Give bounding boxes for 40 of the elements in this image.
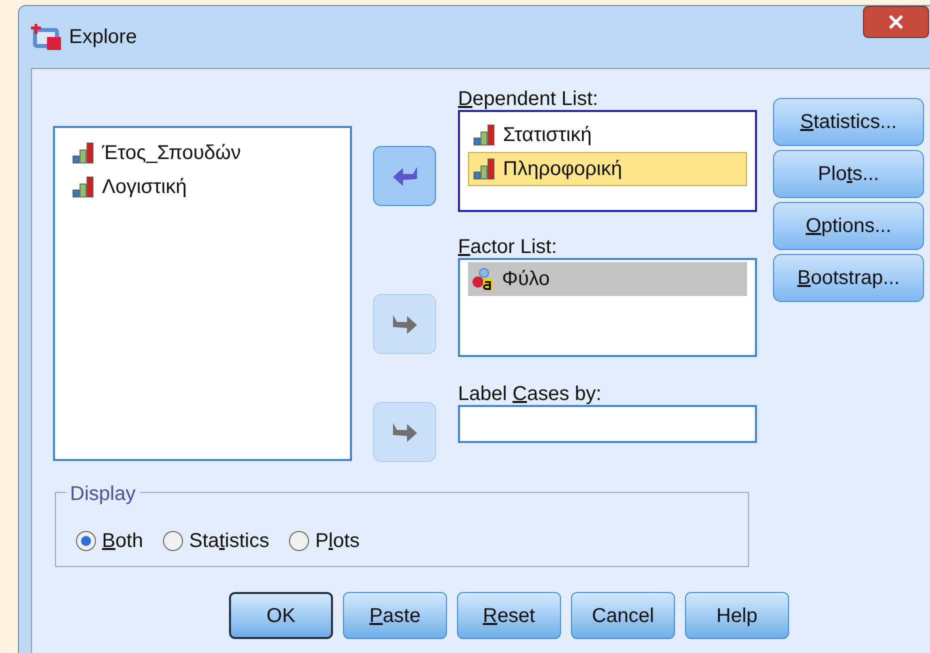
variable-item[interactable]: Λογιστική	[67, 170, 350, 204]
label-cases-field[interactable]	[458, 405, 757, 443]
variable-item[interactable]: Πληροφορική	[468, 152, 747, 186]
variable-item[interactable]: Έτος_Σπουδών	[67, 136, 350, 170]
table-icon	[31, 22, 63, 52]
dialog-button[interactable]: Reset	[457, 592, 561, 639]
close-icon	[888, 15, 904, 29]
dialog-button[interactable]: Options...	[773, 202, 924, 250]
dialog-button[interactable]: Cancel	[571, 592, 675, 639]
radio-button[interactable]	[289, 531, 310, 551]
bar-chart-icon	[473, 158, 495, 180]
radio-option[interactable]: Both	[76, 526, 144, 556]
variable-item[interactable]: Στατιστική	[468, 118, 747, 152]
factor-list-label: Factor List:	[458, 235, 558, 258]
dialog-button[interactable]: OK	[229, 592, 333, 639]
dialog-button[interactable]: Bootstrap...	[773, 254, 924, 302]
factor-list[interactable]: Φύλο	[458, 258, 757, 357]
bar-chart-icon	[72, 142, 94, 164]
bar-chart-icon	[72, 176, 94, 198]
dialog-button[interactable]: Paste	[343, 592, 447, 639]
variable-item[interactable]: Φύλο	[468, 262, 747, 296]
label-cases-label: Label Cases by:	[458, 382, 602, 405]
dependent-list-label: Dependent List:	[458, 87, 600, 110]
variable-list[interactable]: Έτος_Σπουδών Λογιστική	[53, 126, 352, 461]
right-arrow-icon	[390, 421, 418, 443]
close-button[interactable]	[863, 6, 929, 38]
right-arrow-icon	[390, 313, 418, 335]
move-button[interactable]	[373, 146, 436, 206]
radio-option[interactable]: Plots	[289, 526, 360, 556]
bar-chart-icon	[473, 124, 495, 146]
radio-option[interactable]: Statistics	[163, 526, 270, 556]
window-title: Explore	[69, 25, 137, 50]
left-arrow-icon	[390, 165, 418, 187]
dialog-button[interactable]: Help	[685, 592, 789, 639]
dependent-list[interactable]: Στατιστική Πληροφορική	[458, 110, 757, 212]
radio-button[interactable]	[163, 531, 184, 551]
radio-button[interactable]	[76, 531, 96, 551]
nominal-variable-icon	[472, 268, 494, 290]
dialog-button[interactable]: Statistics...	[773, 98, 924, 146]
dialog-button[interactable]: Plots...	[773, 150, 924, 198]
